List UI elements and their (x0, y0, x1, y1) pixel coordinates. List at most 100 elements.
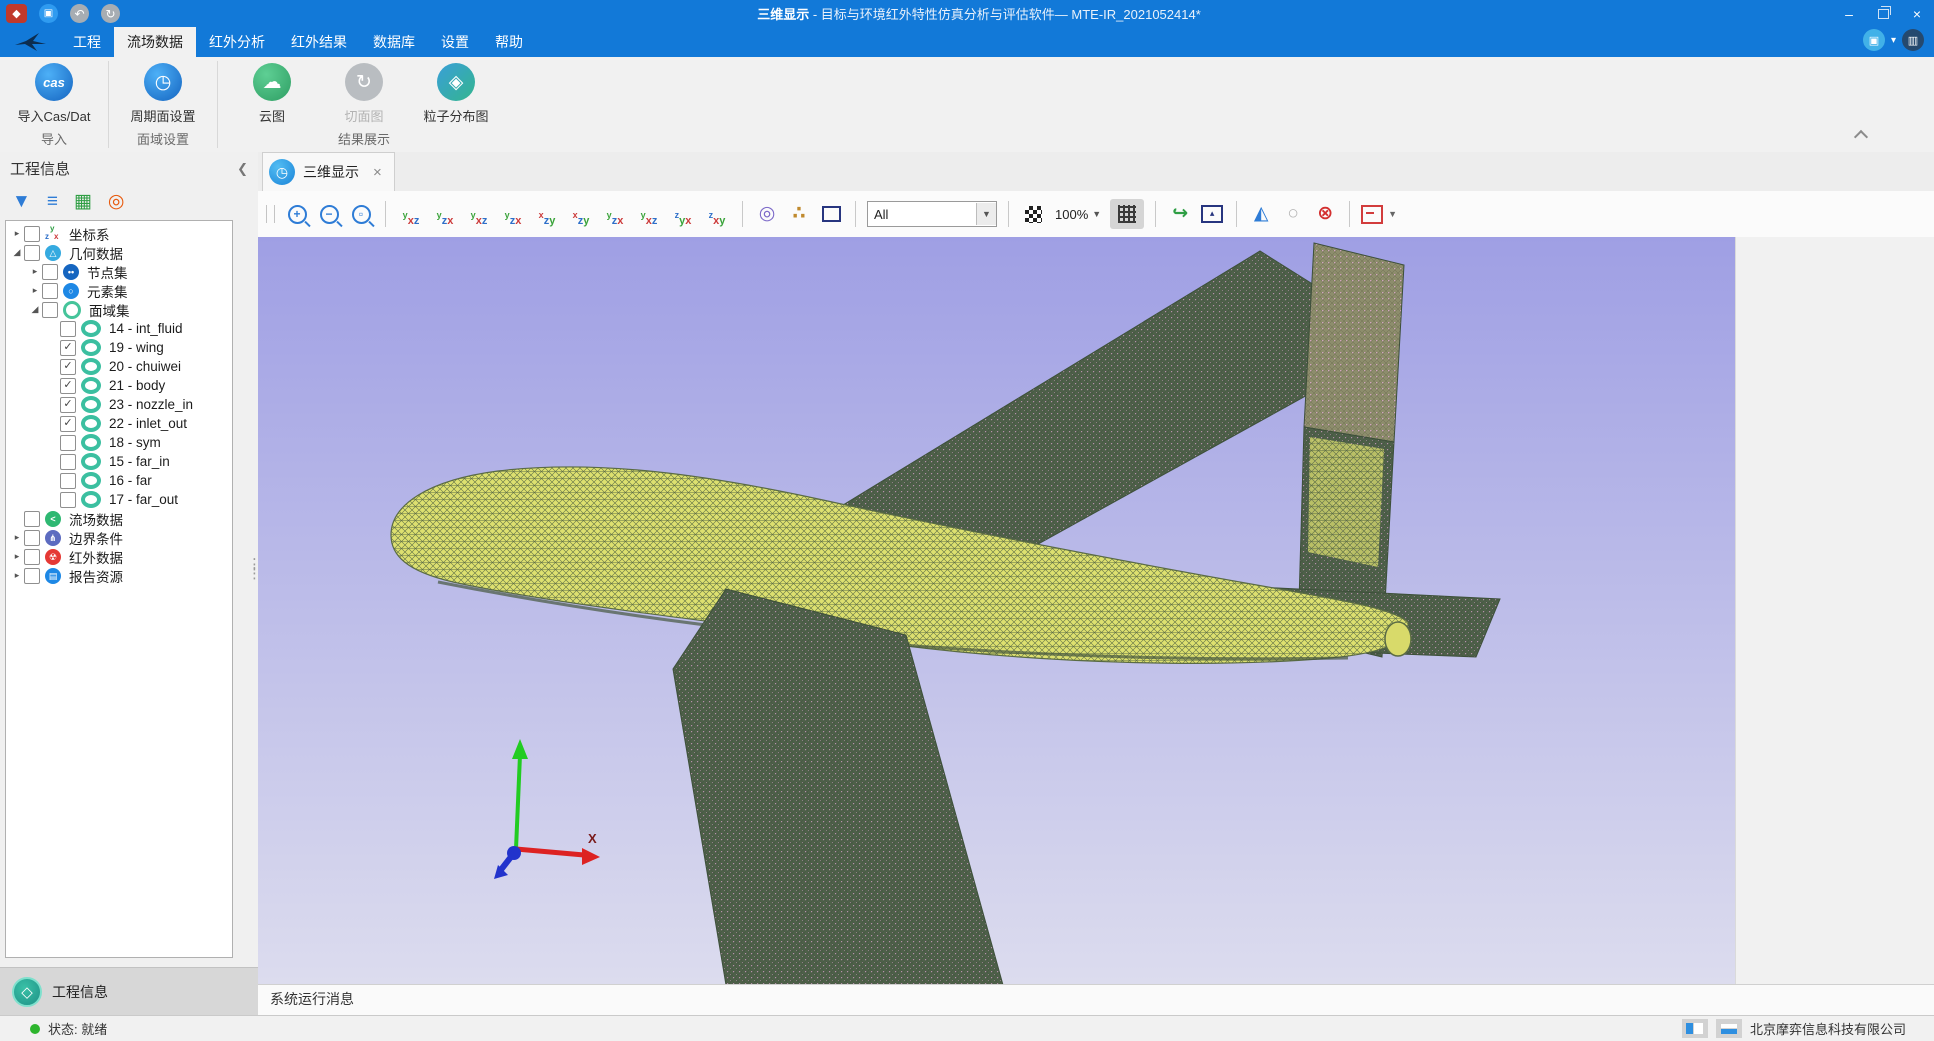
locate-icon[interactable]: ◎ (108, 192, 125, 212)
help-circle-icon[interactable]: ▣ (1863, 29, 1885, 51)
tree-item-15 - far_in[interactable]: 15 - far_in (6, 452, 232, 471)
tab-close-icon[interactable]: × (373, 164, 382, 181)
tree-expander-icon[interactable]: ▸ (10, 570, 24, 581)
viewport-3d[interactable]: X (258, 237, 1735, 985)
view-left-icon[interactable]: yxz (397, 197, 425, 232)
menu-item-流场数据[interactable]: 流场数据 (114, 27, 196, 57)
tree-checkbox[interactable] (60, 321, 76, 337)
clear-icon[interactable]: ⊗ (1312, 199, 1338, 229)
tree-item-红外数据[interactable]: ▸☢红外数据 (6, 547, 232, 566)
tree-checkbox[interactable] (24, 226, 40, 242)
tree-item-元素集[interactable]: ▸○元素集 (6, 281, 232, 300)
menu-item-工程[interactable]: 工程 (60, 27, 114, 57)
grid-view-icon[interactable]: ▦ (74, 192, 92, 212)
ribbon-button-周期面设置[interactable]: ◷周期面设置 (119, 61, 207, 130)
tree-checkbox[interactable]: ✓ (60, 378, 76, 394)
tree-item-流场数据[interactable]: <流场数据 (6, 509, 232, 528)
tree-item-节点集[interactable]: ▸••节点集 (6, 262, 232, 281)
tree-checkbox[interactable] (42, 283, 58, 299)
tree-item-19 - wing[interactable]: ✓19 - wing (6, 338, 232, 357)
zoom-level-select[interactable]: 100%▼ (1052, 207, 1104, 222)
tree-item-18 - sym[interactable]: 18 - sym (6, 433, 232, 452)
view-front-icon[interactable]: yxz (465, 197, 493, 232)
layout-split-icon[interactable] (1682, 1019, 1708, 1038)
project-panel-footer[interactable]: ◇ 工程信息 (0, 967, 258, 1015)
panel-collapse-icon[interactable]: ❮ (237, 161, 248, 177)
zoom-out-icon[interactable]: − (316, 199, 342, 229)
view-top-icon[interactable]: xzy (533, 197, 561, 232)
tree-item-几何数据[interactable]: ◢△几何数据 (6, 243, 232, 262)
transparency-icon[interactable] (1020, 199, 1046, 229)
tree-checkbox[interactable] (24, 568, 40, 584)
tree-checkbox[interactable] (60, 435, 76, 451)
ribbon-button-云图[interactable]: ☁云图 (228, 61, 316, 130)
ribbon-collapse-icon[interactable] (1854, 130, 1868, 144)
menu-item-红外分析[interactable]: 红外分析 (196, 27, 278, 57)
tree-checkbox[interactable] (60, 454, 76, 470)
display-filter-select[interactable]: All▼ (867, 201, 997, 227)
tree-item-16 - far[interactable]: 16 - far (6, 471, 232, 490)
particle-select-icon[interactable]: ∴ (786, 199, 812, 229)
mesh-toggle-icon[interactable] (1110, 199, 1144, 229)
ribbon-button-粒子分布图[interactable]: ◈粒子分布图 (412, 61, 500, 130)
export-view-icon[interactable]: ↪ (1167, 199, 1193, 229)
tree-checkbox[interactable]: ✓ (60, 397, 76, 413)
tree-checkbox[interactable] (60, 473, 76, 489)
view-iso-ne-icon[interactable]: yzx (601, 197, 629, 232)
view-right-icon[interactable]: yzx (431, 197, 459, 232)
tree-expander-icon[interactable]: ◢ (10, 247, 24, 258)
tree-checkbox[interactable] (60, 492, 76, 508)
tree-item-坐标系[interactable]: ▸yzx坐标系 (6, 224, 232, 243)
view-iso-sw-icon[interactable]: zxy (703, 197, 731, 232)
save-icon[interactable]: ▣ (39, 4, 58, 23)
view-iso-se-icon[interactable]: zyx (669, 197, 697, 232)
tab-3d-display[interactable]: ◷ 三维显示 × (262, 152, 395, 191)
tree-expander-icon[interactable]: ▸ (28, 266, 42, 277)
menu-item-帮助[interactable]: 帮助 (482, 27, 536, 57)
toolbar-handle[interactable] (266, 205, 275, 223)
tree-item-21 - body[interactable]: ✓21 - body (6, 376, 232, 395)
minimize-icon[interactable]: – (1832, 0, 1866, 27)
tree-checkbox[interactable] (24, 245, 40, 261)
maximize-icon[interactable] (1866, 0, 1900, 27)
tree-expander-icon[interactable]: ▸ (28, 285, 42, 296)
layout-stack-icon[interactable] (1716, 1019, 1742, 1038)
dropdown-caret-icon[interactable]: ▾ (1891, 35, 1896, 46)
view-back-icon[interactable]: yzx (499, 197, 527, 232)
tree-item-20 - chuiwei[interactable]: ✓20 - chuiwei (6, 357, 232, 376)
menu-item-设置[interactable]: 设置 (428, 27, 482, 57)
tree-checkbox[interactable] (42, 302, 58, 318)
archive-icon[interactable]: ▼ (1361, 199, 1397, 229)
tree-item-23 - nozzle_in[interactable]: ✓23 - nozzle_in (6, 395, 232, 414)
menu-item-数据库[interactable]: 数据库 (360, 27, 428, 57)
tree-checkbox[interactable] (24, 549, 40, 565)
undo-icon[interactable]: ↶ (70, 4, 89, 23)
collapse-list-icon[interactable]: ≡ (47, 192, 58, 212)
tree-checkbox[interactable] (42, 264, 58, 280)
zoom-in-icon[interactable]: + (284, 199, 310, 229)
app-logo-icon[interactable]: ◆ (6, 4, 27, 23)
tree-item-14 - int_fluid[interactable]: 14 - int_fluid (6, 319, 232, 338)
combo-dropdown-icon[interactable]: ▼ (976, 203, 996, 225)
tree-expander-icon[interactable]: ▸ (10, 228, 24, 239)
tree-checkbox[interactable]: ✓ (60, 359, 76, 375)
tree-expander-icon[interactable]: ▸ (10, 551, 24, 562)
tree-item-22 - inlet_out[interactable]: ✓22 - inlet_out (6, 414, 232, 433)
perspective-icon[interactable]: ◎ (754, 199, 780, 229)
rect-select-icon[interactable] (818, 199, 844, 229)
redo-icon[interactable]: ↻ (101, 4, 120, 23)
tree-checkbox[interactable]: ✓ (60, 416, 76, 432)
snapshot-icon[interactable]: ▴ (1199, 199, 1225, 229)
tree-checkbox[interactable] (24, 530, 40, 546)
tree-item-17 - far_out[interactable]: 17 - far_out (6, 490, 232, 509)
view-iso-nw-icon[interactable]: yxz (635, 197, 663, 232)
tree-expander-icon[interactable]: ◢ (28, 304, 42, 315)
tree-expander-icon[interactable]: ▸ (10, 532, 24, 543)
close-icon[interactable]: × (1900, 0, 1934, 27)
tree-checkbox[interactable] (24, 511, 40, 527)
tree-item-报告资源[interactable]: ▸▤报告资源 (6, 566, 232, 585)
tree-item-面域集[interactable]: ◢面域集 (6, 300, 232, 319)
ribbon-button-导入Cas/Dat[interactable]: cas导入Cas/Dat (10, 61, 98, 130)
tree-checkbox[interactable]: ✓ (60, 340, 76, 356)
view-bottom-icon[interactable]: xzy (567, 197, 595, 232)
